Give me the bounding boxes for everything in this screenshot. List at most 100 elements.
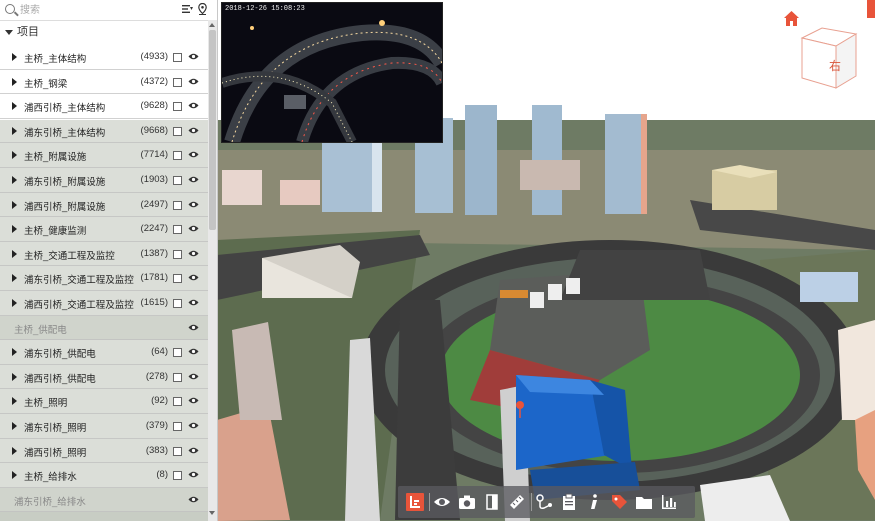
view-cube-face-label[interactable]: 右	[829, 57, 841, 74]
layer-checkbox[interactable]	[173, 372, 182, 382]
layer-checkbox[interactable]	[173, 446, 182, 456]
layer-row[interactable]: 主桥_交通工程及监控 (1387)	[0, 241, 208, 267]
scroll-down-arrow-icon[interactable]	[209, 511, 215, 515]
layer-checkbox[interactable]	[173, 225, 182, 235]
layer-checkbox[interactable]	[173, 77, 182, 87]
layer-row[interactable]: 主桥_供配电	[0, 315, 208, 341]
layer-checkbox[interactable]	[173, 151, 182, 161]
layer-label: 浦东引桥_附属设施	[24, 176, 106, 188]
visibility-eye-icon[interactable]	[188, 446, 199, 455]
info-icon[interactable]	[585, 493, 603, 511]
caret-right-icon[interactable]	[12, 274, 17, 283]
caret-right-icon[interactable]	[12, 175, 17, 184]
traffic-camera-video[interactable]: 2018-12-26 15:08:23	[221, 2, 443, 143]
scrollbar[interactable]	[208, 20, 217, 521]
visibility-eye-icon[interactable]	[188, 249, 199, 258]
layer-row[interactable]: 主桥_给排水 (8)	[0, 463, 208, 488]
side-panel-toggle[interactable]	[867, 0, 875, 18]
visibility-eye-icon[interactable]	[188, 52, 199, 61]
tag-icon[interactable]	[610, 493, 628, 511]
layer-checkbox[interactable]	[173, 175, 182, 185]
layer-checkbox[interactable]	[173, 249, 182, 259]
layer-row[interactable]: 浦东引桥_附属设施 (1903)	[0, 167, 208, 193]
caret-right-icon[interactable]	[12, 77, 17, 86]
layer-count: (379)	[145, 419, 168, 431]
visibility-eye-icon[interactable]	[188, 200, 199, 209]
layer-row[interactable]: 浦东引桥_照明 (379)	[0, 413, 208, 439]
layer-row[interactable]: 浦东引桥_主体结构 (9668)	[0, 118, 208, 144]
layer-row[interactable]: 浦东引桥_供配电 (64)	[0, 340, 208, 365]
layer-row[interactable]: 浦东引桥_给排水	[0, 487, 208, 513]
caret-right-icon[interactable]	[12, 151, 17, 160]
visibility-eye-icon[interactable]	[188, 298, 199, 307]
visibility-eye-icon[interactable]	[188, 495, 199, 504]
visibility-eye-icon[interactable]	[188, 372, 199, 381]
layer-row[interactable]: 浦西引桥_主体结构 (9628)	[0, 94, 208, 119]
measure-ruler-icon[interactable]	[508, 493, 526, 511]
caret-right-icon[interactable]	[12, 446, 17, 455]
visibility-eye-icon[interactable]	[188, 347, 199, 356]
visibility-eye-icon[interactable]	[188, 273, 199, 282]
layers-icon[interactable]	[406, 493, 424, 511]
search-icon	[5, 4, 15, 14]
layer-row[interactable]: 浦东引桥_交通工程及监控 (1781)	[0, 266, 208, 291]
layer-row[interactable]: 浦西引桥_照明 (383)	[0, 438, 208, 464]
visibility-eye-icon[interactable]	[188, 77, 199, 86]
search-input[interactable]	[18, 2, 172, 18]
layer-checkbox[interactable]	[173, 471, 182, 481]
caret-right-icon[interactable]	[12, 200, 17, 209]
layer-count: (1781)	[140, 272, 168, 284]
layer-checkbox[interactable]	[173, 53, 182, 62]
scroll-up-arrow-icon[interactable]	[209, 23, 215, 27]
caret-right-icon[interactable]	[12, 225, 17, 234]
visibility-eye-icon[interactable]	[188, 396, 199, 405]
caret-right-icon[interactable]	[12, 102, 17, 111]
visibility-eye-icon[interactable]	[188, 323, 199, 332]
chart-icon[interactable]	[660, 493, 678, 511]
home-icon[interactable]	[783, 10, 800, 27]
caret-right-icon[interactable]	[12, 126, 17, 135]
layer-checkbox[interactable]	[173, 102, 182, 112]
tree-root-project[interactable]: 项目	[0, 22, 208, 42]
layer-checkbox[interactable]	[173, 348, 182, 358]
caret-right-icon[interactable]	[12, 348, 17, 357]
visibility-eye-icon[interactable]	[188, 126, 199, 135]
layer-checkbox[interactable]	[173, 421, 182, 431]
caret-right-icon[interactable]	[12, 397, 17, 406]
path-icon[interactable]	[535, 493, 553, 511]
layer-row[interactable]: 主桥_附属设施 (7714)	[0, 143, 208, 168]
layer-count: (2497)	[140, 198, 168, 210]
layer-row[interactable]: 浦西引桥_供配电 (278)	[0, 364, 208, 390]
layer-checkbox[interactable]	[173, 274, 182, 284]
layer-checkbox[interactable]	[173, 298, 182, 308]
layer-row[interactable]: 主桥_钢梁 (4372)	[0, 69, 208, 95]
visibility-eye-icon[interactable]	[188, 175, 199, 184]
eye-icon[interactable]	[433, 493, 451, 511]
visibility-eye-icon[interactable]	[188, 101, 199, 110]
visibility-eye-icon[interactable]	[188, 421, 199, 430]
layer-row[interactable]: 浦西引桥_附属设施 (2497)	[0, 192, 208, 218]
scroll-thumb[interactable]	[209, 30, 216, 230]
visibility-eye-icon[interactable]	[188, 224, 199, 233]
caret-right-icon[interactable]	[12, 53, 17, 61]
caret-right-icon[interactable]	[12, 471, 17, 480]
layer-checkbox[interactable]	[173, 126, 182, 136]
layer-row[interactable]: 主桥_照明 (92)	[0, 389, 208, 414]
caret-right-icon[interactable]	[12, 421, 17, 430]
layer-checkbox[interactable]	[173, 397, 182, 407]
folder-icon[interactable]	[635, 493, 653, 511]
visibility-eye-icon[interactable]	[188, 150, 199, 159]
layer-row[interactable]: 主桥_健康监测 (2247)	[0, 217, 208, 242]
clipboard-icon[interactable]	[560, 493, 578, 511]
caret-right-icon[interactable]	[12, 372, 17, 381]
location-pin-icon[interactable]	[198, 3, 207, 15]
visibility-eye-icon[interactable]	[188, 470, 199, 479]
caret-right-icon[interactable]	[12, 298, 17, 307]
caret-right-icon[interactable]	[12, 249, 17, 258]
layer-row[interactable]: 浦西引桥_交通工程及监控 (1615)	[0, 290, 208, 316]
layer-checkbox[interactable]	[173, 200, 182, 210]
camera-icon[interactable]	[458, 493, 476, 511]
list-filter-icon[interactable]	[182, 4, 193, 14]
split-view-icon[interactable]	[483, 493, 501, 511]
layer-row[interactable]: 主桥_主体结构 (4933)	[0, 45, 208, 70]
